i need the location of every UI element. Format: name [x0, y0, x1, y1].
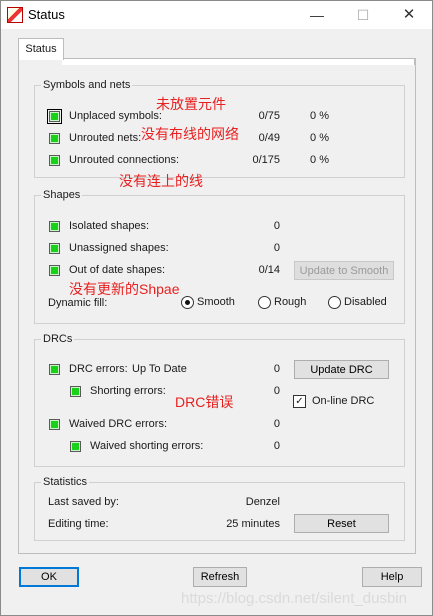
waived-indicator[interactable] [49, 419, 60, 430]
isolated-value: 0 [273, 220, 280, 232]
annotation-drc: DRC错误 [175, 394, 234, 410]
unrouted-conn-label: Unrouted connections: [69, 154, 180, 166]
online-drc-checkbox[interactable]: ✓ [293, 395, 306, 408]
shorting-indicator[interactable] [70, 386, 81, 397]
isolated-label: Isolated shapes: [69, 220, 150, 232]
reset-button[interactable]: Reset [294, 514, 389, 533]
annotation-unrouted-nets: 没有布线的网络 [141, 126, 239, 142]
unrouted-conn-indicator[interactable] [49, 155, 60, 166]
out-of-date-value: 0/14 [258, 264, 280, 276]
editing-time-value: 25 minutes [226, 518, 280, 530]
last-saved-value: Denzel [245, 496, 280, 508]
waived-label: Waived DRC errors: [69, 418, 167, 430]
watermark: https://blog.csdn.net/silent_dusbin [181, 590, 407, 607]
last-saved-label: Last saved by: [48, 496, 119, 508]
update-drc-button[interactable]: Update DRC [294, 360, 389, 379]
symbols-group-title: Symbols and nets [41, 79, 133, 91]
waived-shorting-indicator[interactable] [70, 441, 81, 452]
update-to-smooth-button[interactable]: Update to Smooth [294, 261, 394, 280]
status-window: Status — ☐ ✕ Status Symbols and nets Unp… [0, 0, 433, 616]
help-button[interactable]: Help [362, 567, 422, 587]
unplaced-indicator[interactable] [47, 109, 62, 124]
fill-smooth-radio[interactable] [181, 296, 194, 309]
statistics-group-title: Statistics [41, 476, 90, 488]
drc-errors-value: 0 [273, 363, 280, 375]
unrouted-nets-indicator[interactable] [49, 133, 60, 144]
unplaced-count: 0/75 [258, 110, 280, 122]
fill-disabled-label[interactable]: Disabled [344, 296, 387, 308]
unplaced-pct: 0 % [310, 110, 329, 122]
out-of-date-indicator[interactable] [49, 265, 60, 276]
unrouted-conn-count: 0/175 [252, 154, 280, 166]
maximize-button[interactable]: ☐ [340, 1, 386, 29]
drc-errors-label: DRC errors: [69, 363, 128, 375]
unplaced-label: Unplaced symbols: [69, 110, 162, 122]
close-button[interactable]: ✕ [386, 1, 432, 29]
title-bar: Status — ☐ ✕ [1, 1, 432, 29]
waived-shorting-label: Waived shorting errors: [90, 440, 204, 452]
unassigned-label: Unassigned shapes: [69, 242, 169, 254]
minimize-button[interactable]: — [294, 1, 340, 29]
isolated-indicator[interactable] [49, 221, 60, 232]
refresh-button[interactable]: Refresh [193, 567, 247, 587]
tab-strip [62, 58, 415, 65]
shorting-label: Shorting errors: [90, 385, 166, 397]
annotation-unplaced: 未放置元件 [156, 96, 226, 112]
ok-button[interactable]: OK [19, 567, 79, 587]
drc-status: Up To Date [132, 363, 187, 375]
waived-shorting-value: 0 [273, 440, 280, 452]
shapes-group-title: Shapes [41, 189, 83, 201]
unrouted-nets-pct: 0 % [310, 132, 329, 144]
annotation-shapes: 没有更新的Shpae [69, 281, 180, 297]
fill-smooth-label[interactable]: Smooth [197, 296, 235, 308]
annotation-unrouted-conn: 没有连上的线 [119, 173, 203, 189]
unrouted-conn-pct: 0 % [310, 154, 329, 166]
app-icon [7, 7, 23, 23]
tab-status[interactable]: Status [18, 38, 64, 60]
editing-time-label: Editing time: [48, 518, 109, 530]
fill-rough-label[interactable]: Rough [274, 296, 306, 308]
fill-disabled-radio[interactable] [328, 296, 341, 309]
waived-value: 0 [273, 418, 280, 430]
unrouted-nets-label: Unrouted nets: [69, 132, 142, 144]
unassigned-indicator[interactable] [49, 243, 60, 254]
shorting-value: 0 [273, 385, 280, 397]
unassigned-value: 0 [273, 242, 280, 254]
window-title: Status [28, 7, 65, 22]
out-of-date-label: Out of date shapes: [69, 264, 166, 276]
online-drc-label[interactable]: On-line DRC [312, 395, 374, 407]
fill-rough-radio[interactable] [258, 296, 271, 309]
drcs-group-title: DRCs [41, 333, 75, 345]
drc-errors-indicator[interactable] [49, 364, 60, 375]
